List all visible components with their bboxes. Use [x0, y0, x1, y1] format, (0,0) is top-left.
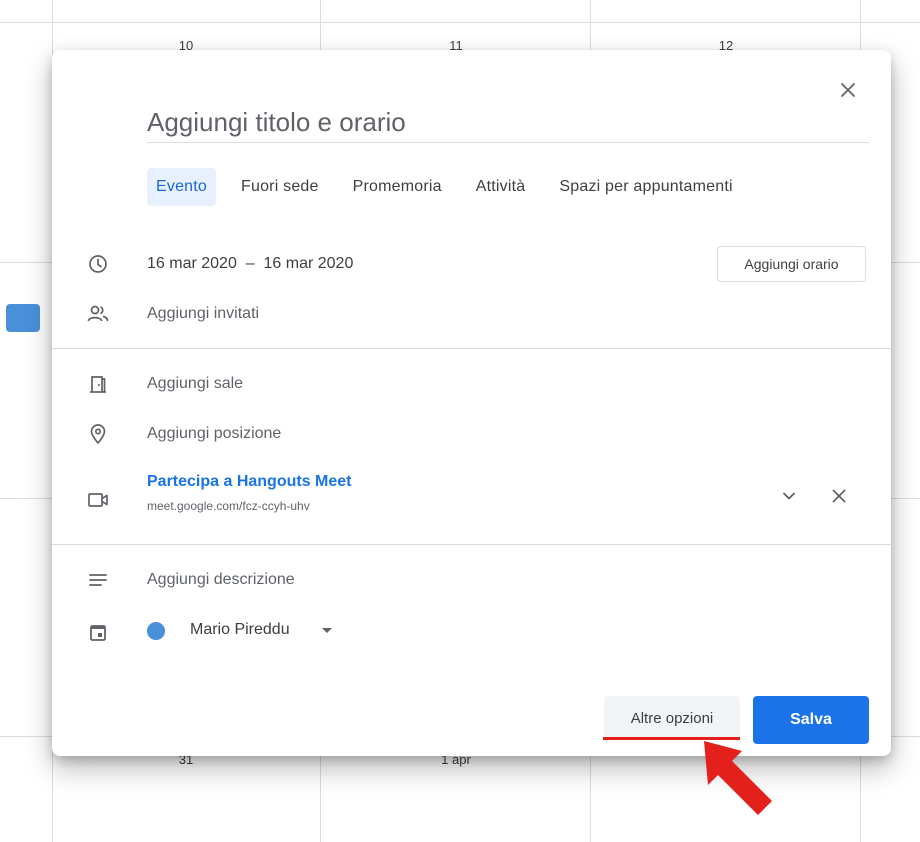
remove-meet-button[interactable]	[827, 484, 851, 508]
tab-out-of-office[interactable]: Fuori sede	[232, 168, 328, 206]
calendar-grid-line	[0, 22, 920, 23]
calendar-event-chip[interactable]	[6, 304, 40, 332]
add-guests-field[interactable]: Aggiungi invitati	[147, 305, 259, 323]
dropdown-caret-icon[interactable]	[322, 628, 332, 633]
date-range[interactable]: 16 mar 2020 – 16 mar 2020	[147, 255, 353, 273]
clock-icon	[86, 252, 110, 276]
title-input[interactable]	[147, 102, 869, 143]
tab-reminder[interactable]: Promemoria	[344, 168, 451, 206]
video-camera-icon	[86, 488, 110, 512]
more-options-button[interactable]: Altre opzioni	[604, 696, 740, 740]
add-description-field[interactable]: Aggiungi descrizione	[147, 571, 295, 589]
event-dialog: Evento Fuori sede Promemoria Attività Sp…	[52, 50, 891, 756]
guests-row: Aggiungi invitati	[52, 294, 891, 334]
calendar-color-dot	[147, 622, 165, 640]
rooms-row: Aggiungi sale	[52, 364, 891, 404]
close-icon	[841, 83, 855, 97]
event-type-tabs: Evento Fuori sede Promemoria Attività Sp…	[147, 168, 758, 206]
join-meet-link[interactable]: Partecipa a Hangouts Meet	[147, 473, 352, 491]
tab-task[interactable]: Attività	[467, 168, 535, 206]
red-arrow-icon	[704, 741, 772, 815]
section-divider	[52, 544, 891, 545]
meet-url[interactable]: meet.google.com/fcz-ccyh-uhv	[147, 499, 310, 513]
location-row: Aggiungi posizione	[52, 414, 891, 454]
add-location-field[interactable]: Aggiungi posizione	[147, 425, 281, 443]
calendar-icon	[86, 620, 110, 644]
tab-event[interactable]: Evento	[147, 168, 217, 206]
description-row: Aggiungi descrizione	[52, 560, 891, 600]
section-divider	[52, 348, 891, 349]
chevron-down-icon	[783, 492, 795, 500]
calendar-owner-select[interactable]: Mario Pireddu	[190, 621, 290, 639]
add-rooms-field[interactable]: Aggiungi sale	[147, 375, 243, 393]
description-lines-icon	[86, 568, 110, 592]
door-icon	[86, 372, 110, 396]
meet-options-button[interactable]	[777, 484, 801, 508]
add-time-button[interactable]: Aggiungi orario	[717, 246, 866, 282]
people-icon	[86, 302, 110, 326]
tab-appointment-slots[interactable]: Spazi per appuntamenti	[550, 168, 741, 206]
location-pin-icon	[86, 422, 110, 446]
close-icon	[832, 489, 846, 503]
